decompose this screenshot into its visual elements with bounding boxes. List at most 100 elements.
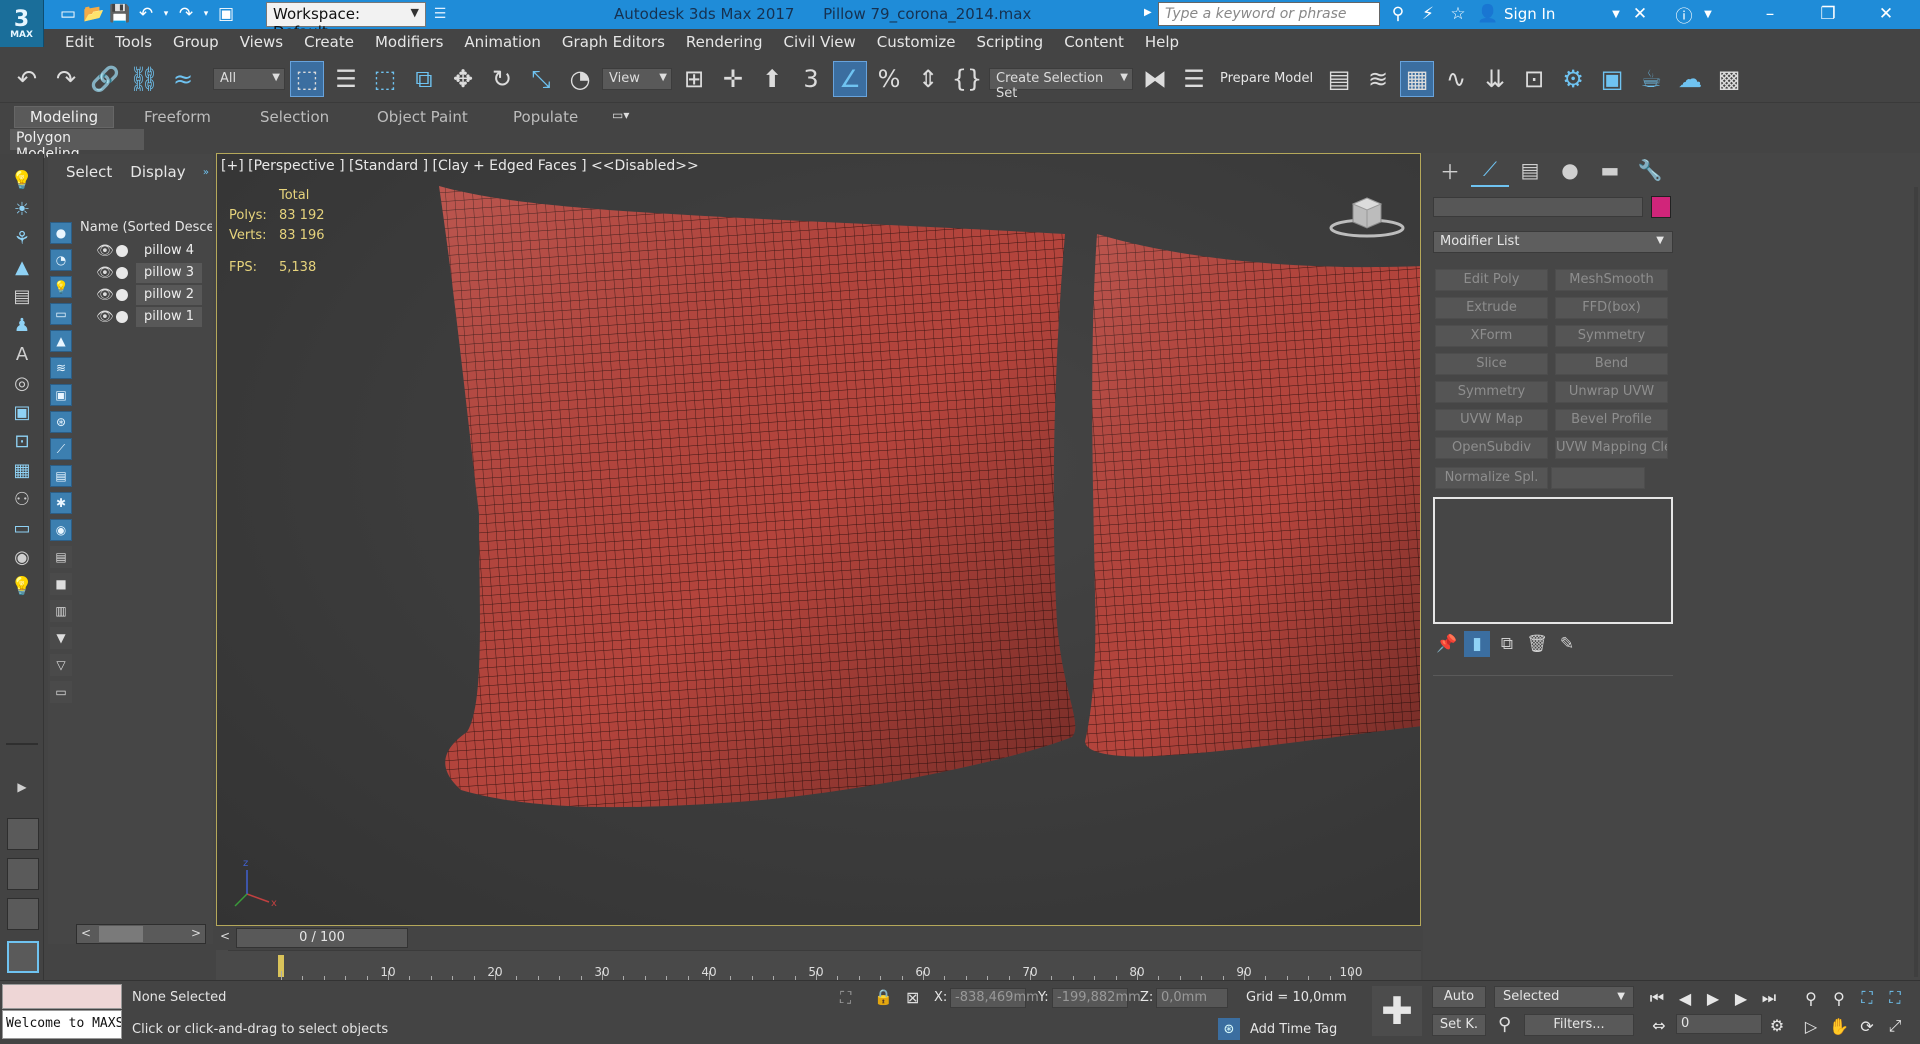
menu-scripting[interactable]: Scripting	[976, 29, 1043, 55]
modifier-button[interactable]: Normalize Spl.	[1435, 467, 1548, 489]
window-crossing-icon[interactable]: ⧉	[407, 61, 441, 97]
modify-tab-icon[interactable]: ⟋	[1471, 153, 1509, 187]
maxscript-listener-output[interactable]: Welcome to MAXScript.	[2, 1010, 122, 1039]
modifier-button[interactable]: Symmetry	[1435, 381, 1548, 403]
key-mode-icon[interactable]: ⚲	[1498, 1014, 1511, 1035]
schematic-view-icon[interactable]: ⇊	[1478, 61, 1512, 97]
modifier-button[interactable]: Symmetry	[1555, 325, 1668, 347]
track-bar[interactable]: 10 20 30 40 50 60 70 80 90 100	[228, 950, 1421, 981]
toggle-scene-explorer-icon[interactable]: ▤	[1322, 61, 1356, 97]
explorer-horizontal-scrollbar[interactable]: < >	[76, 924, 206, 944]
command-panel-scrollbar[interactable]	[1914, 187, 1918, 977]
select-and-place-icon[interactable]: ◔	[563, 61, 597, 97]
menu-create[interactable]: Create	[304, 29, 354, 55]
select-by-name-icon[interactable]: ☰	[329, 61, 363, 97]
layout-tab-rows[interactable]	[7, 858, 39, 890]
spinner-snap-icon[interactable]: ⇕	[911, 61, 945, 97]
select-manipulate-icon[interactable]: ✛	[716, 61, 750, 97]
hierarchy-tab-icon[interactable]: ▤	[1511, 153, 1549, 187]
modifier-button[interactable]: Extrude	[1435, 297, 1548, 319]
selection-lock-icon[interactable]: 🔒	[874, 988, 893, 1006]
menu-edit[interactable]: Edit	[65, 29, 94, 55]
modifier-button-empty[interactable]	[1551, 467, 1645, 489]
key-filters-button[interactable]: Filters...	[1524, 1014, 1634, 1036]
menu-animation[interactable]: Animation	[464, 29, 540, 55]
rendered-frame-window-icon[interactable]: ▣	[1595, 61, 1629, 97]
customize-quick-access-icon[interactable]: ☰	[428, 3, 452, 25]
display-shapes-icon[interactable]: ◔	[50, 249, 72, 271]
y-coordinate-field[interactable]: -199,882mm	[1052, 988, 1141, 1008]
layout-tab-stack[interactable]	[7, 898, 39, 930]
exchange-apps-icon[interactable]: ✕	[1628, 3, 1652, 25]
redo-dropdown-icon[interactable]: ▾	[200, 3, 212, 25]
list-item[interactable]: 👁 pillow 1	[78, 306, 212, 328]
menu-graph-editors[interactable]: Graph Editors	[562, 29, 665, 55]
modifier-button[interactable]: Bend	[1555, 353, 1668, 375]
viewport-layout-icon[interactable]: ▭	[0, 514, 44, 543]
menu-modifiers[interactable]: Modifiers	[375, 29, 443, 55]
visibility-eye-icon[interactable]: 👁	[96, 243, 114, 259]
display-hidden-icon[interactable]: ◉	[50, 519, 72, 541]
display-none-icon[interactable]: ■	[50, 573, 72, 595]
create-tab-icon[interactable]: ＋	[1431, 153, 1469, 187]
polygon-modeling-panel[interactable]: Polygon Modeling	[10, 129, 144, 162]
modifier-button[interactable]: XForm	[1435, 325, 1548, 347]
pin-stack-icon[interactable]: 📌	[1434, 631, 1460, 657]
align-icon[interactable]: ☰	[1177, 61, 1211, 97]
reference-coordinate-select[interactable]: View ▼	[602, 67, 672, 90]
keyboard-shortcut-override-icon[interactable]: ⬆	[755, 61, 789, 97]
minimize-icon[interactable]: –	[1758, 3, 1782, 25]
angle-snap-icon[interactable]: ∠	[833, 60, 867, 97]
modifier-stack[interactable]	[1433, 497, 1673, 624]
visibility-eye-icon[interactable]: 👁	[96, 309, 114, 325]
helper-icon[interactable]: ♟	[0, 311, 44, 340]
current-frame-field[interactable]: 0	[1676, 1014, 1762, 1034]
prepare-model-label[interactable]: Prepare Model	[1220, 71, 1313, 86]
time-tag-icon[interactable]: ⊛	[1218, 1018, 1240, 1040]
user-icon[interactable]: 👤	[1476, 3, 1500, 25]
play-icon[interactable]: ▶	[1700, 985, 1726, 1011]
field-of-view-icon[interactable]: ▷	[1798, 1013, 1824, 1039]
modifier-button[interactable]: FFD(box)	[1555, 297, 1668, 319]
funnel-icon[interactable]: ▽	[50, 654, 72, 676]
render-production-icon[interactable]: ☕	[1634, 61, 1668, 97]
close-icon[interactable]: ✕	[1874, 3, 1898, 25]
select-and-scale-icon[interactable]: ⤡	[524, 61, 558, 97]
next-frame-icon[interactable]: ▶	[1728, 985, 1754, 1011]
create-light-icon[interactable]: 💡	[0, 166, 44, 195]
layer-toggle-icon[interactable]: ▭	[50, 681, 72, 703]
bind-space-warp-icon[interactable]: ≈	[166, 61, 200, 97]
modifier-button[interactable]: MeshSmooth	[1555, 269, 1668, 291]
text-icon[interactable]: A	[0, 340, 44, 369]
auto-key-button[interactable]: Auto	[1432, 986, 1486, 1008]
absolute-offset-mode-icon[interactable]: ⊠	[906, 988, 919, 1007]
maximize-viewport-icon[interactable]: ⤢	[1882, 1013, 1908, 1039]
ribbon-options-icon[interactable]: ▭▾	[612, 108, 629, 122]
display-tab-icon[interactable]: ▬	[1591, 153, 1629, 187]
snaps-toggle-icon[interactable]: 3	[794, 61, 828, 97]
display-bones-icon[interactable]: ⟋	[50, 438, 72, 460]
orbit-icon[interactable]: ◎	[0, 369, 44, 398]
perspective-viewport[interactable]: [+] [Perspective ] [Standard ] [Clay + E…	[216, 153, 1421, 926]
pan-view-icon[interactable]: ✋	[1826, 1013, 1852, 1039]
list-item[interactable]: 👁 pillow 3	[78, 262, 212, 284]
display-all-icon[interactable]: ▤	[50, 546, 72, 568]
display-geometry-icon[interactable]: ●	[50, 222, 72, 244]
tab-selection[interactable]: Selection	[260, 104, 329, 130]
toggle-ribbon-icon[interactable]: ▦	[1400, 60, 1435, 97]
camera-icon[interactable]: ▲	[0, 253, 44, 282]
modifier-button[interactable]: Bevel Profile	[1555, 409, 1668, 431]
go-to-start-icon[interactable]: ⏮	[1644, 985, 1670, 1011]
key-filter-select[interactable]: Selected ▼	[1494, 986, 1634, 1008]
layout-tab-2col[interactable]	[7, 818, 39, 850]
restore-icon[interactable]: ❐	[1816, 3, 1840, 25]
list-item[interactable]: 👁 pillow 4	[78, 240, 212, 262]
orbit-camera-icon[interactable]: ◉	[0, 543, 44, 572]
sign-in-dropdown-icon[interactable]: ▼	[1604, 3, 1628, 25]
modifier-button[interactable]: Edit Poly	[1435, 269, 1548, 291]
tab-modeling[interactable]: Modeling	[14, 106, 114, 128]
prev-frame-arrow-icon[interactable]: <	[220, 929, 230, 943]
project-folder-icon[interactable]: ▣	[214, 3, 238, 25]
render-in-cloud-icon[interactable]: ☁	[1673, 61, 1707, 97]
edit-named-selection-icon[interactable]: {}	[950, 61, 984, 97]
